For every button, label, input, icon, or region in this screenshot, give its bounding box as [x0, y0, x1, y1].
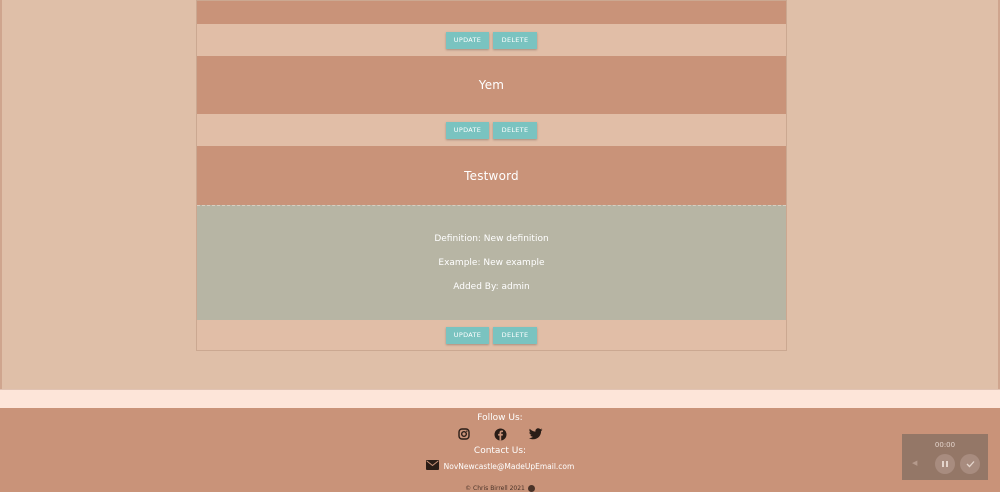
twitter-icon[interactable] [528, 426, 544, 442]
footer-divider-strip [0, 389, 1000, 408]
copyright-text: © Chris Birrell 2021 [465, 485, 525, 492]
instagram-icon[interactable] [456, 426, 472, 442]
example-text: Example: New example [438, 258, 545, 268]
update-button[interactable]: UPDATE [446, 121, 489, 139]
screen-recorder-widget: 00:00 ◀ [902, 434, 988, 480]
mail-icon [425, 460, 439, 472]
pause-icon[interactable] [935, 454, 955, 474]
update-button[interactable]: UPDATE [446, 31, 489, 49]
card-actions: UPDATE DELETE [197, 114, 786, 146]
social-links [0, 426, 1000, 442]
recorder-timer: 00:00 [934, 441, 956, 449]
word-title: Yem [478, 78, 505, 92]
follow-us-label: Follow Us: [477, 413, 523, 423]
email-link[interactable]: NovNewcastle@MadeUpEmail.com [444, 462, 575, 471]
copyright: © Chris Birrell 2021 [0, 485, 1000, 492]
update-button[interactable]: UPDATE [446, 326, 489, 344]
page-border-left [0, 0, 2, 408]
word-title: Testword [464, 168, 519, 183]
recorder-hidden-control-icon: ◀ [912, 459, 918, 467]
site-footer: Follow Us: Contact Us: NovNewcastle@Made… [0, 408, 1000, 492]
facebook-icon[interactable] [492, 426, 508, 442]
email-contact[interactable]: NovNewcastle@MadeUpEmail.com [0, 460, 1000, 472]
contact-us-label: Contact Us: [473, 446, 527, 456]
delete-button[interactable]: DELETE [493, 121, 537, 139]
card-actions: UPDATE DELETE [197, 320, 786, 350]
word-detail-panel: Definition: New definition Example: New … [197, 205, 786, 320]
github-icon[interactable] [527, 485, 535, 492]
check-icon[interactable] [960, 454, 980, 474]
delete-button[interactable]: DELETE [493, 326, 537, 344]
added-by-text: Added By: admin [453, 282, 530, 292]
word-card-header[interactable]: Testword [197, 146, 786, 205]
word-card-list: UPDATE DELETE Yem UPDATE DELETE Testword… [196, 0, 787, 351]
word-card-header[interactable]: Yem [197, 56, 786, 114]
delete-button[interactable]: DELETE [493, 31, 537, 49]
definition-text: Definition: New definition [434, 234, 549, 244]
card-actions: UPDATE DELETE [197, 24, 786, 56]
word-card-header[interactable] [197, 1, 786, 24]
